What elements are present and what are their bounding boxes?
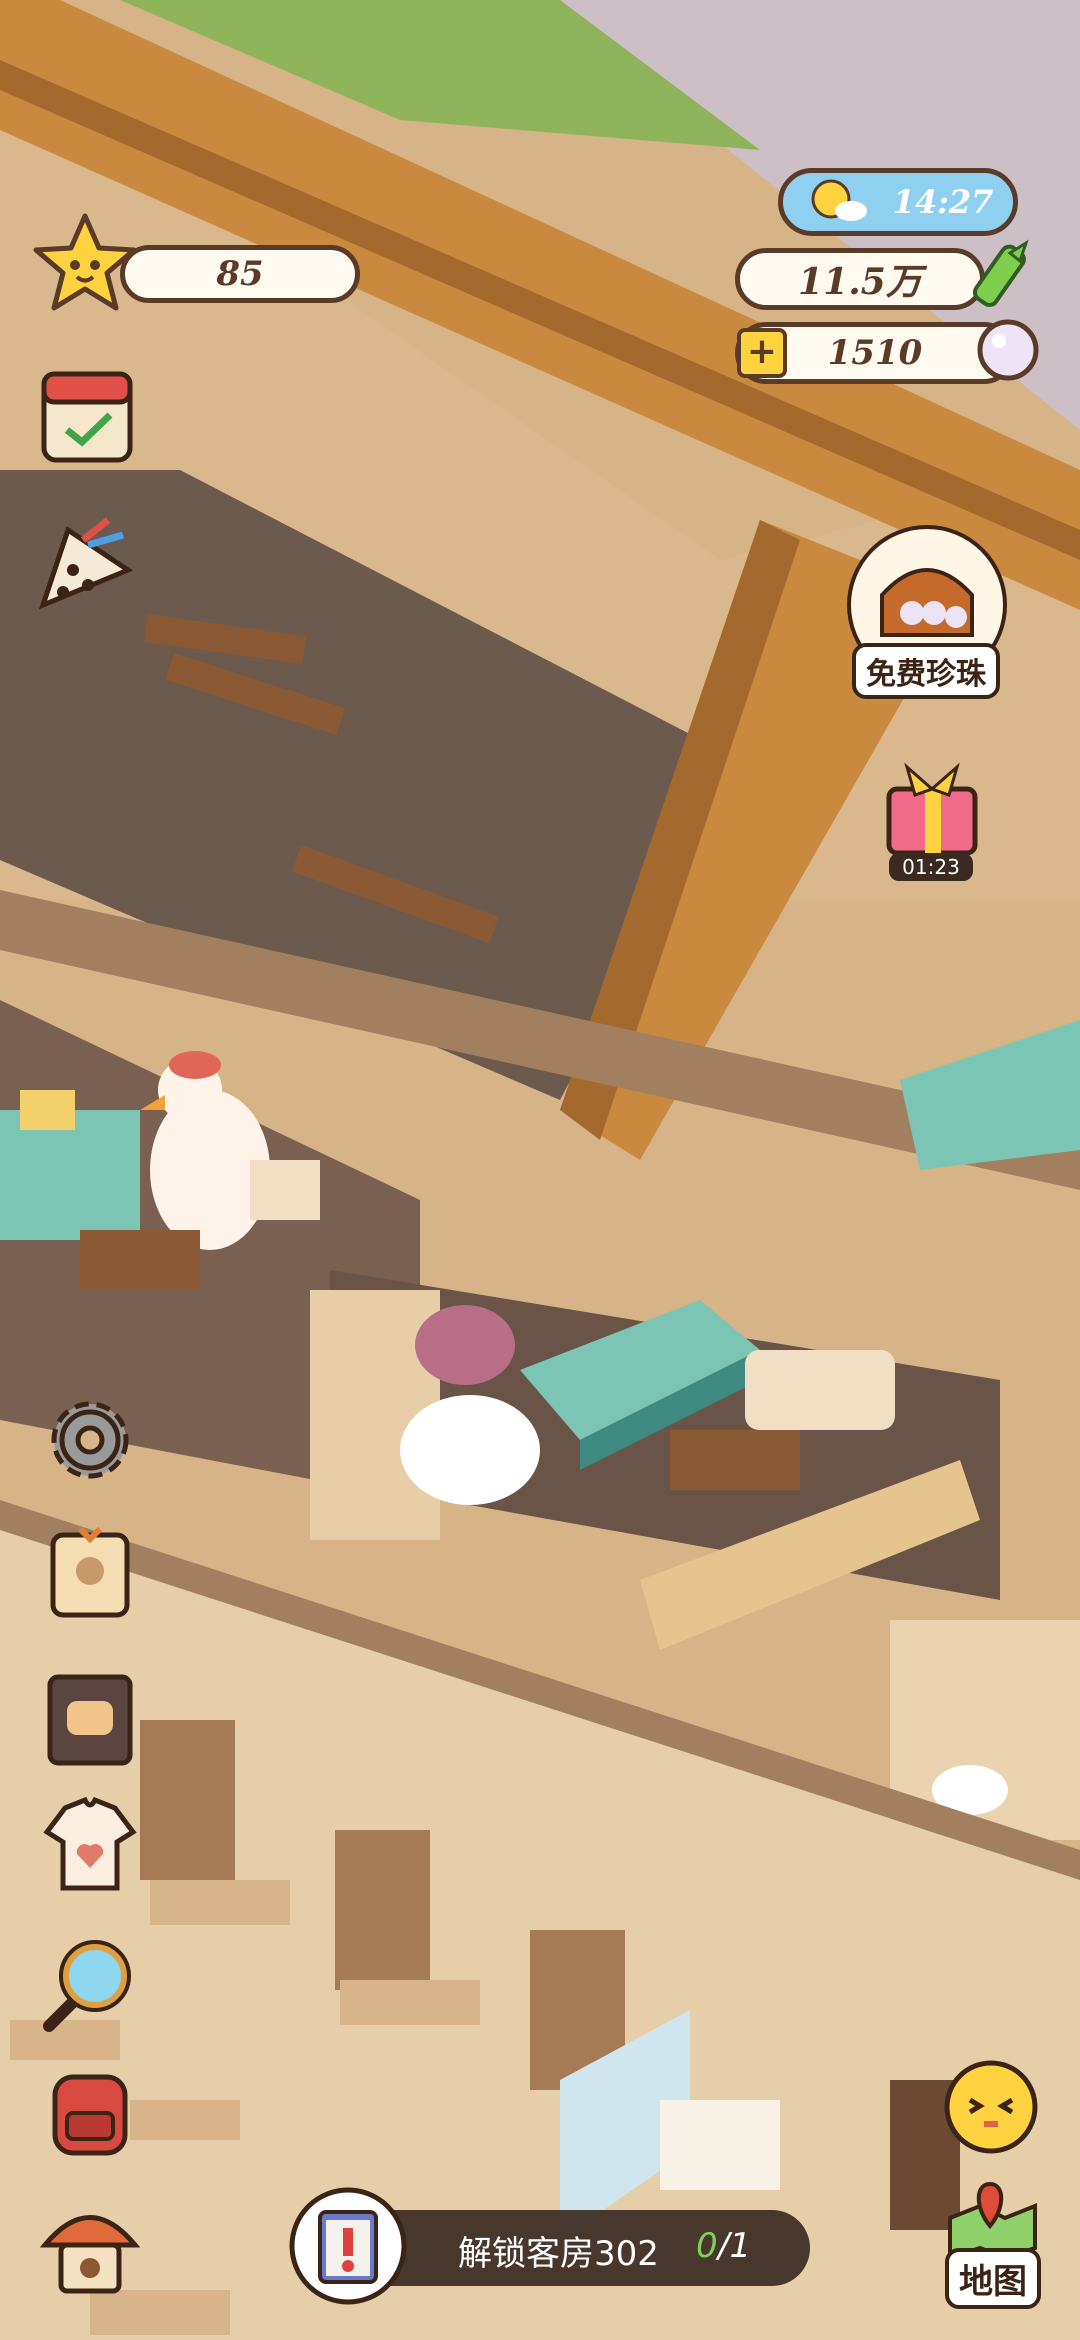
outfit-button[interactable]: [35, 1790, 145, 1900]
booth-divider: [335, 1830, 430, 1990]
tag-icon: [50, 1526, 130, 1618]
money-counter[interactable]: 11.5万: [735, 239, 1045, 320]
free-pearls-label: 免费珍珠: [852, 643, 1000, 699]
task-progress-total: /1: [718, 2226, 752, 2266]
settings-button[interactable]: [35, 1385, 145, 1495]
weather-time: 14:27: [778, 168, 1018, 236]
recipe-book-button[interactable]: [35, 1665, 145, 1775]
pearl-counter[interactable]: 1510 +: [735, 318, 1045, 388]
sink: [660, 2100, 780, 2190]
calendar-button[interactable]: [32, 360, 142, 470]
cafe-table: [150, 1880, 290, 1925]
backpack-icon: [52, 2074, 128, 2156]
shop-button[interactable]: [35, 2190, 145, 2300]
clock-time: 14:27: [892, 183, 994, 221]
free-pearls-button[interactable]: 免费珍珠: [842, 525, 1012, 699]
cafe-table: [130, 2100, 240, 2140]
money-amount: 11.5万: [735, 248, 985, 310]
emote-button[interactable]: [942, 2058, 1040, 2156]
palette-icon: [38, 517, 134, 610]
mushroom-house-icon: [39, 2215, 141, 2294]
collection-tag-button[interactable]: [35, 1515, 145, 1625]
task-clipboard-icon: [289, 2187, 407, 2305]
task-text: 解锁客房302: [458, 2234, 659, 2274]
gift-box-button[interactable]: 01:23: [875, 755, 990, 885]
cafe-table: [340, 1980, 480, 2025]
add-pearls-button[interactable]: +: [737, 328, 787, 378]
shirt-icon: [43, 1796, 137, 1891]
map-button[interactable]: 地图: [935, 2178, 1045, 2309]
task-progress-done: 0: [696, 2226, 718, 2266]
star-counter[interactable]: 85: [30, 213, 360, 315]
bamboo-icon: [972, 239, 1029, 307]
map-label: 地图: [945, 2248, 1041, 2309]
backpack-button[interactable]: [35, 2055, 145, 2165]
decor-palette-button[interactable]: [28, 510, 138, 620]
gift-box-icon: [886, 762, 978, 856]
booth-divider: [140, 1720, 235, 1880]
gift-timer: 01:23: [889, 853, 973, 881]
hippo-character: [415, 1305, 515, 1385]
map-pin-icon: [948, 2181, 1037, 2261]
happy-face-icon: [944, 2060, 1038, 2154]
calendar-icon: [41, 371, 133, 463]
star-icon: [33, 213, 137, 311]
book-icon: [47, 1674, 133, 1766]
steam-cloud: [400, 1395, 540, 1505]
table: [80, 1230, 200, 1290]
sofa: [745, 1350, 895, 1430]
star-count: 85: [120, 245, 360, 303]
task-bar[interactable]: 解锁客房302 0 /1: [289, 2187, 810, 2305]
magnifier-icon: [43, 1940, 131, 2032]
sun-cloud-icon: [811, 179, 867, 221]
gear-icon: [51, 1401, 129, 1479]
sofa: [250, 1160, 320, 1220]
search-button[interactable]: [35, 1930, 145, 2040]
pearl-icon: [977, 319, 1039, 381]
